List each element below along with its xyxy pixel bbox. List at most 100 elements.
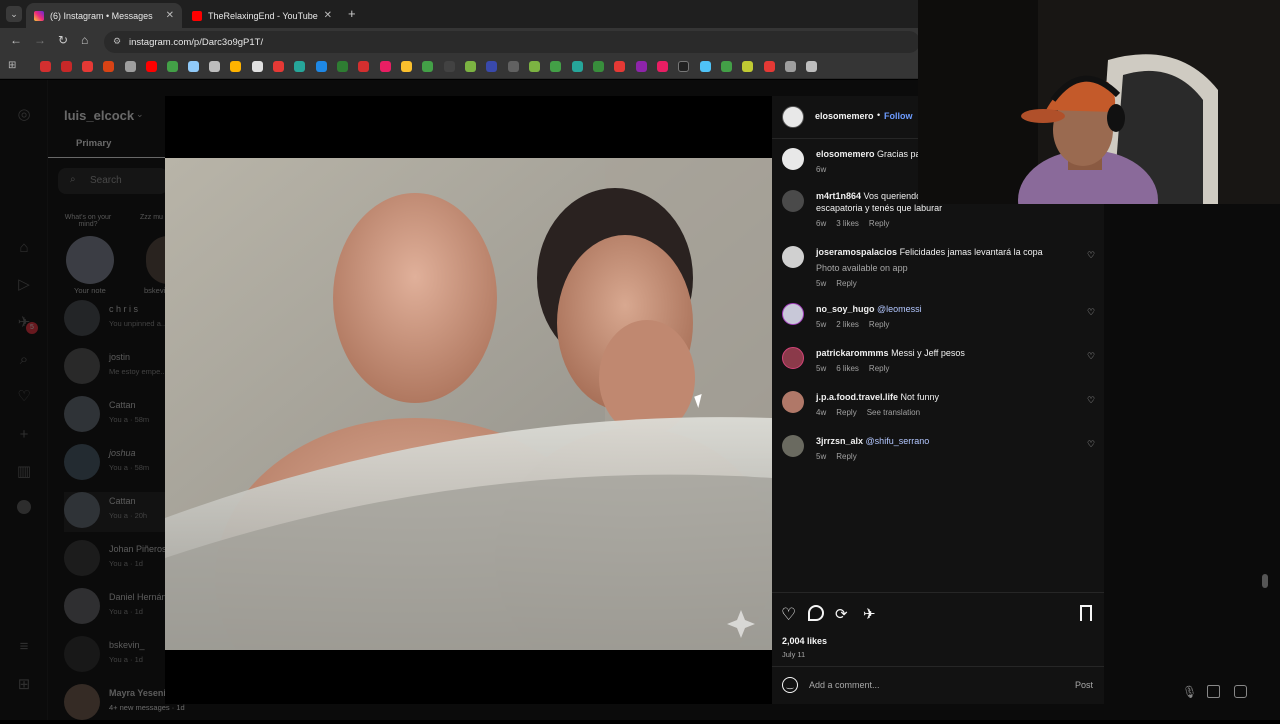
chevron-down-icon[interactable]: ⌄ [136,109,144,120]
bookmark-icon[interactable] [146,61,157,72]
bookmark-icon[interactable] [61,61,72,72]
avatar[interactable] [782,148,804,170]
more-icon[interactable]: ⊞ [15,676,33,694]
dashboard-icon[interactable]: ▥ [15,463,33,481]
likes-count[interactable]: 2,004 likes [782,636,827,646]
search-input[interactable]: ⌕ Search [58,168,168,194]
bookmark-icon[interactable] [40,61,51,72]
bookmark-icon[interactable] [572,61,583,72]
bookmark-icon[interactable] [593,61,604,72]
bookmark-icon[interactable] [764,61,775,72]
avatar[interactable] [782,246,804,268]
bookmark-icon[interactable] [486,61,497,72]
tab-menu-icon[interactable]: ⌄ [6,6,22,22]
comment-username[interactable]: j.p.a.food.travel.life [816,392,898,402]
bookmark-icon[interactable] [167,61,178,72]
site-info-icon[interactable]: ⚙ [113,36,121,47]
bookmark-icon[interactable] [614,61,625,72]
bookmark-icon[interactable] [358,61,369,72]
reels-icon[interactable]: ▷ [15,276,33,294]
bookmark-icon[interactable] [785,61,796,72]
bookmark-icon[interactable] [401,61,412,72]
comment-username[interactable]: patrickarommms [816,348,889,358]
comment-likes[interactable]: 2 likes [836,320,859,329]
bookmark-icon[interactable] [82,61,93,72]
tab-primary[interactable]: Primary [76,138,111,149]
comment-icon[interactable] [808,605,824,621]
bookmark-icon[interactable] [742,61,753,72]
bookmark-icon[interactable] [1080,605,1092,621]
mic-icon[interactable]: 🎙 [1182,685,1197,699]
comment-likes[interactable]: 6 likes [836,364,859,373]
apps-icon[interactable]: ⊞ [8,60,16,71]
comment-username[interactable]: joseramospalacios [816,247,897,257]
scrollbar[interactable] [1262,574,1268,588]
share-icon[interactable]: ✈ [863,605,876,623]
reply-button[interactable]: Reply [869,219,889,228]
emoji-icon[interactable]: ‿ [782,677,798,693]
home-icon[interactable]: ⌂ [15,239,33,257]
bookmark-icon[interactable] [252,61,263,72]
bookmark-icon[interactable] [294,61,305,72]
bookmark-icon[interactable] [337,61,348,72]
post-comment-button[interactable]: Post [1075,680,1093,690]
see-translation-link[interactable]: See translation [867,408,920,417]
profile-icon[interactable] [15,500,33,518]
tab-youtube[interactable]: TheRelaxingEnd - YouTube ✕ [184,3,340,28]
like-icon[interactable]: ♡ [781,605,796,625]
bookmark-icon[interactable] [125,61,136,72]
close-tab-icon[interactable]: ✕ [324,10,332,21]
reply-button[interactable]: Reply [836,452,856,461]
bookmark-icon[interactable] [465,61,476,72]
like-comment-icon[interactable]: ♡ [1087,439,1095,450]
bookmark-icon[interactable] [209,61,220,72]
bookmark-icon[interactable] [678,61,689,72]
like-comment-icon[interactable]: ♡ [1087,307,1095,318]
bookmark-icon[interactable] [700,61,711,72]
instagram-icon[interactable]: ◎ [15,106,33,124]
bookmark-icon[interactable] [721,61,732,72]
tab-instagram[interactable]: (6) Instagram • Messages ✕ [26,3,182,28]
bookmark-icon[interactable] [636,61,647,72]
comment-likes[interactable]: 3 likes [836,219,859,228]
reply-button[interactable]: Reply [836,279,856,288]
thread-row[interactable]: Daniel Hernández You a · 1d [64,588,181,628]
home-page-icon[interactable]: ⌂ [81,33,88,47]
thread-row[interactable]: Cattan You a · 58m [64,396,174,436]
thread-row[interactable]: Johan Piñeros You a · 1d [64,540,174,580]
back-icon[interactable]: ← [10,33,22,47]
bookmark-icon[interactable] [188,61,199,72]
avatar[interactable] [782,303,804,325]
thread-row[interactable]: c h r i s You unpinned a... [64,300,174,340]
note-bubble[interactable]: What's on your mind? [58,214,118,228]
bookmark-icon[interactable] [806,61,817,72]
url-field[interactable]: ⚙ instagram.com/p/Darc3o9gP1T/ [104,31,920,53]
thread-row[interactable]: joshua You a · 58m [64,444,174,484]
thread-row[interactable]: bskevin_ You a · 1d [64,636,174,676]
create-icon[interactable]: + [15,426,33,444]
bookmark-icon[interactable] [273,61,284,72]
close-tab-icon[interactable]: ✕ [166,10,174,21]
comment-mention[interactable]: @leomessi [877,304,922,314]
bookmark-icon[interactable] [230,61,241,72]
reply-button[interactable]: Reply [869,364,889,373]
comment-username[interactable]: 3jrrzsn_alx [816,436,863,446]
bookmark-icon[interactable] [444,61,455,72]
avatar[interactable] [66,236,114,284]
bookmark-icon[interactable] [316,61,327,72]
bookmark-icon[interactable] [380,61,391,72]
reload-icon[interactable]: ↻ [58,33,68,47]
comment-username[interactable]: m4rt1n864 [816,191,861,201]
bookmark-icon[interactable] [508,61,519,72]
search-icon[interactable]: ⌕ [15,351,33,369]
like-comment-icon[interactable]: ♡ [1087,395,1095,406]
comment-username[interactable]: no_soy_hugo [816,304,875,314]
follow-button[interactable]: Follow [884,111,913,121]
new-tab-icon[interactable]: + [348,6,356,21]
thread-row[interactable]: jostin Me estoy empe... [64,348,174,388]
avatar[interactable] [782,347,804,369]
menu-icon[interactable]: ≡ [15,638,33,656]
avatar[interactable] [782,106,804,128]
gallery-icon[interactable] [1207,685,1220,698]
forward-icon[interactable]: → [34,33,46,47]
